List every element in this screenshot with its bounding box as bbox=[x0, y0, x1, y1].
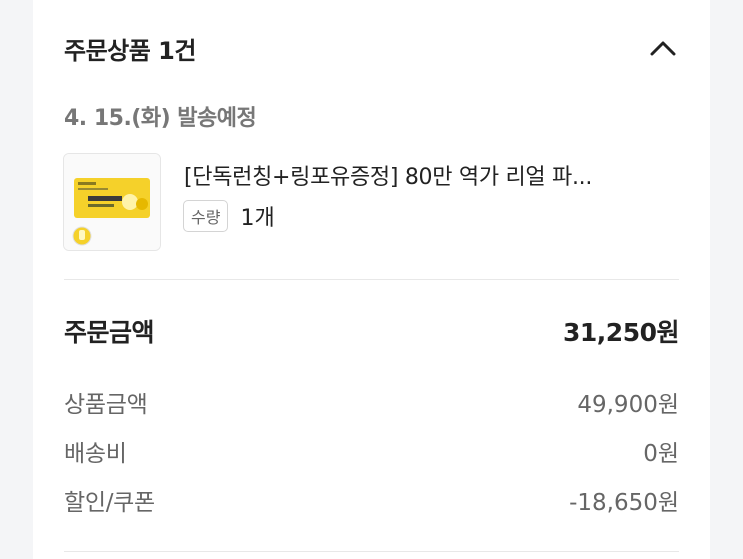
shipping-fee-row: 배송비 0원 bbox=[64, 432, 679, 470]
product-item[interactable]: [단독런칭+링포유증정] 80만 역가 리얼 파... 수량 1개 bbox=[63, 153, 679, 251]
discount-coupon-value: -18,650원 bbox=[569, 490, 679, 516]
discount-coupon-label: 할인/쿠폰 bbox=[64, 490, 155, 516]
quantity-value: 1개 bbox=[240, 206, 275, 231]
ship-date: 4. 15.(화) 발송예정 bbox=[64, 106, 257, 131]
divider bbox=[64, 279, 679, 280]
quantity-row: 수량 1개 bbox=[183, 200, 275, 232]
product-thumbnail[interactable] bbox=[63, 153, 161, 251]
order-card: 주문상품 1건 4. 15.(화) 발송예정 [단독런칭+링포유증정] 80만 bbox=[33, 0, 710, 559]
chevron-up-icon[interactable] bbox=[647, 32, 679, 64]
order-total-row: 주문금액 31,250원 bbox=[64, 311, 679, 351]
discount-coupon-row: 할인/쿠폰 -18,650원 bbox=[64, 481, 679, 519]
quantity-badge: 수량 bbox=[183, 200, 229, 232]
order-items-title: 주문상품 1건 bbox=[64, 36, 196, 65]
shipping-fee-label: 배송비 bbox=[64, 441, 127, 467]
order-total-value: 31,250원 bbox=[563, 318, 679, 347]
order-items-header[interactable]: 주문상품 1건 bbox=[64, 28, 679, 68]
product-name[interactable]: [단독런칭+링포유증정] 80만 역가 리얼 파... bbox=[184, 159, 679, 191]
shipping-fee-value: 0원 bbox=[643, 441, 679, 467]
divider bbox=[64, 551, 679, 552]
product-amount-label: 상품금액 bbox=[64, 392, 148, 418]
product-amount-value: 49,900원 bbox=[577, 392, 679, 418]
order-total-label: 주문금액 bbox=[64, 318, 155, 347]
product-amount-row: 상품금액 49,900원 bbox=[64, 383, 679, 421]
